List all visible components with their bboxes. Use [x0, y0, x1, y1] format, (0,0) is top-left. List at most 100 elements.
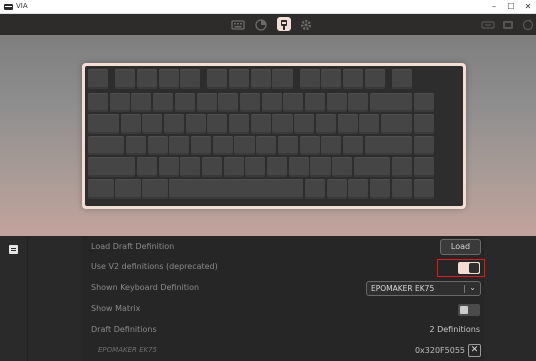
keyboard-key[interactable] [315, 114, 336, 134]
keyboard-key[interactable] [250, 69, 271, 89]
keyboard-key[interactable] [201, 157, 223, 177]
draft-item-name: EPOMAKER EK75 [98, 346, 158, 354]
keyboard-key[interactable] [359, 114, 380, 134]
minimize-button[interactable]: – [488, 1, 500, 13]
keyboard-key[interactable] [229, 69, 250, 89]
chart-icon[interactable] [254, 17, 268, 31]
keyboard-key[interactable] [337, 114, 358, 134]
keyboard-key[interactable] [342, 135, 364, 156]
keyboard-key[interactable] [131, 92, 152, 113]
keyboard-key[interactable] [413, 157, 434, 177]
close-button[interactable]: ✕ [522, 1, 534, 13]
keyboard-key[interactable] [180, 69, 201, 89]
keyboard-key[interactable] [218, 92, 239, 113]
keyboard-key[interactable] [413, 179, 434, 199]
keyboard-key[interactable] [88, 157, 136, 177]
load-button[interactable]: Load [440, 239, 481, 255]
keyboard-key[interactable] [234, 135, 255, 156]
keyboard-key[interactable] [272, 114, 293, 134]
keyboard-key[interactable] [158, 157, 179, 177]
keyboard-key[interactable] [185, 114, 206, 134]
maximize-button[interactable]: ☐ [505, 1, 517, 13]
keyboard-icon[interactable] [231, 17, 245, 31]
keyboard-key[interactable] [207, 114, 228, 134]
keyboard-key[interactable] [413, 92, 434, 113]
keyboard-key[interactable] [191, 135, 212, 156]
use-v2-toggle[interactable] [458, 262, 480, 274]
keyboard-key[interactable] [169, 179, 304, 199]
keyboard-key[interactable] [277, 135, 298, 156]
keyboard-key[interactable] [115, 179, 141, 199]
definition-select[interactable]: EPOMAKER EK75 ⌄ [366, 281, 481, 296]
keyboard-key[interactable] [88, 135, 125, 156]
keyboard-key[interactable] [413, 114, 434, 134]
keyboard-key[interactable] [294, 114, 315, 134]
keyboard-key[interactable] [272, 69, 293, 89]
keyboard-key[interactable] [120, 114, 141, 134]
keyboard-key[interactable] [305, 92, 326, 113]
document-icon[interactable] [9, 245, 18, 254]
keyboard-key[interactable] [174, 92, 195, 113]
keyboard-key[interactable] [88, 92, 109, 113]
keyboard-key[interactable] [109, 92, 130, 113]
keyboard-key[interactable] [88, 69, 109, 89]
keyboard-key[interactable] [212, 135, 233, 156]
keyboard-key[interactable] [196, 92, 217, 113]
update-icon[interactable] [521, 17, 535, 31]
keyboard-key[interactable] [299, 69, 320, 89]
settings-icon[interactable] [299, 17, 313, 31]
keyboard-key[interactable] [207, 69, 228, 89]
keyboard-key[interactable] [163, 114, 185, 134]
keyboard-key[interactable] [413, 135, 434, 156]
keyboard-key[interactable] [305, 179, 326, 199]
keyboard-key[interactable] [391, 69, 412, 89]
keyboard-key[interactable] [391, 179, 412, 199]
keyboard-key[interactable] [261, 92, 282, 113]
keyboard-key[interactable] [321, 135, 342, 156]
keyboard-key[interactable] [348, 92, 369, 113]
keyboard-key[interactable] [267, 157, 288, 177]
keyboard-key[interactable] [250, 114, 271, 134]
keyboard-key[interactable] [256, 135, 277, 156]
keyboard-key[interactable] [310, 157, 331, 177]
keyboard-key[interactable] [115, 69, 136, 89]
keyboard-key[interactable] [364, 135, 412, 156]
keyboard-key[interactable] [147, 135, 168, 156]
keyboard-key[interactable] [283, 92, 304, 113]
show-matrix-toggle[interactable] [458, 304, 480, 316]
keyboard-key[interactable] [348, 179, 369, 199]
keyboard-key[interactable] [321, 69, 342, 89]
keyboard-key[interactable] [370, 179, 391, 199]
keyboard-key[interactable] [223, 157, 244, 177]
keyboard-key[interactable] [88, 179, 114, 199]
draft-definitions-row: Draft Definitions 2 Definitions [82, 321, 484, 341]
device-icon[interactable] [501, 17, 515, 31]
keyboard-key[interactable] [380, 114, 412, 134]
keyboard-key[interactable] [288, 157, 309, 177]
keyboard-key[interactable] [136, 69, 157, 89]
keyboard-key[interactable] [370, 92, 412, 113]
remove-draft-button[interactable]: ✕ [468, 344, 481, 357]
keyboard-key[interactable] [169, 135, 190, 156]
keyboard-key[interactable] [180, 157, 201, 177]
keyboard-key[interactable] [342, 69, 364, 89]
keyboard-key[interactable] [332, 157, 353, 177]
keyboard-key[interactable] [158, 69, 179, 89]
keyboard-key[interactable] [142, 179, 168, 199]
layout-icon[interactable] [481, 17, 495, 31]
configure-icon[interactable] [277, 17, 291, 31]
keyboard-key[interactable] [136, 157, 157, 177]
keyboard-key[interactable] [299, 135, 320, 156]
keyboard-key[interactable] [142, 114, 163, 134]
keyboard-key[interactable] [245, 157, 266, 177]
keyboard-key[interactable] [391, 157, 412, 177]
keyboard-key[interactable] [364, 69, 385, 89]
keyboard-key[interactable] [239, 92, 260, 113]
keyboard-key[interactable] [153, 92, 174, 113]
keyboard-key[interactable] [326, 92, 347, 113]
keyboard-key[interactable] [229, 114, 250, 134]
keyboard-key[interactable] [326, 179, 347, 199]
keyboard-key[interactable] [353, 157, 391, 177]
keyboard-key[interactable] [125, 135, 147, 156]
keyboard-key[interactable] [88, 114, 119, 134]
